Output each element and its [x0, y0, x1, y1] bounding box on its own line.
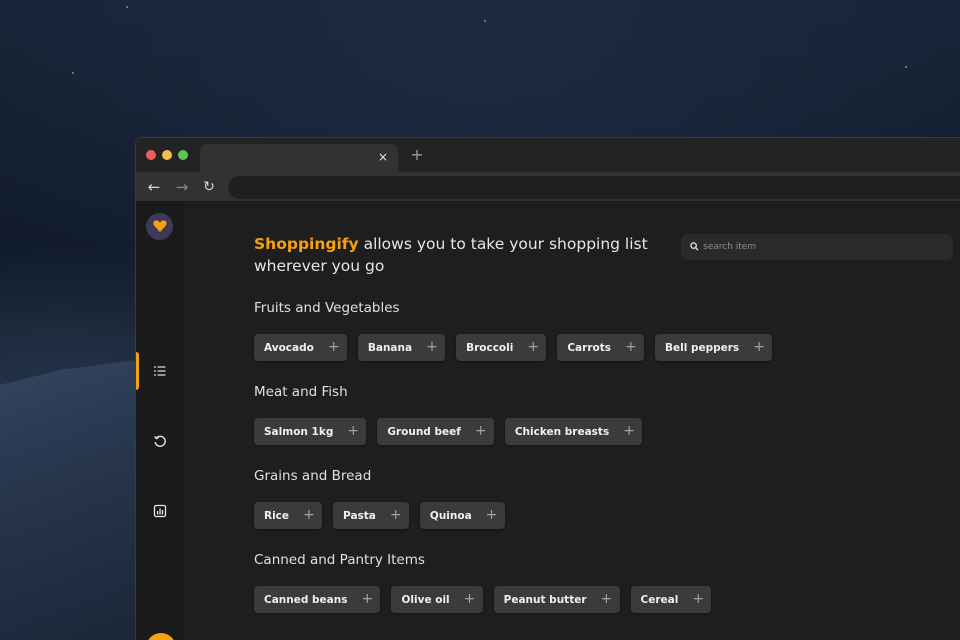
item-name: Rice — [264, 509, 290, 522]
star — [484, 20, 486, 22]
star — [126, 6, 128, 8]
item-card[interactable]: Ground beef + — [377, 418, 494, 445]
category-items: Avocado + Banana + Broccoli + Carrots + Bell… — [254, 334, 773, 361]
search-box[interactable] — [681, 234, 953, 260]
sidebar-item-items[interactable] — [136, 352, 184, 390]
address-bar[interactable] — [228, 176, 960, 199]
reload-button[interactable]: ↻ — [199, 177, 219, 197]
browser-tab[interactable]: × — [200, 144, 398, 172]
tab-bar: × + — [136, 138, 960, 172]
item-name: Canned beans — [264, 593, 348, 606]
brand-name: Shoppingify — [254, 235, 359, 253]
item-card[interactable]: Bell peppers + — [654, 334, 773, 361]
sidebar — [136, 203, 184, 640]
item-card[interactable]: Olive oil + — [391, 586, 483, 613]
category-section: Meat and Fish Salmon 1kg + Ground beef + C… — [254, 383, 643, 445]
add-item-icon[interactable]: + — [692, 586, 704, 613]
list-icon — [154, 366, 166, 376]
item-card[interactable]: Avocado + — [254, 334, 347, 361]
add-item-icon[interactable]: + — [426, 334, 438, 361]
add-item-icon[interactable]: + — [623, 418, 635, 445]
category-section: Grains and Bread Rice + Pasta + Quinoa + — [254, 467, 505, 529]
item-name: Ground beef — [387, 425, 461, 438]
item-name: Carrots — [567, 341, 611, 354]
item-card[interactable]: Pasta + — [333, 502, 409, 529]
main-content: Shoppingify allows you to take your shop… — [184, 203, 960, 640]
item-name: Salmon 1kg — [264, 425, 334, 438]
add-item-icon[interactable]: + — [464, 586, 476, 613]
item-name: Bell peppers — [664, 341, 740, 354]
category-items: Salmon 1kg + Ground beef + Chicken breasts… — [254, 418, 643, 445]
category-items: Canned beans + Olive oil + Peanut butter + … — [254, 586, 712, 613]
heart-logo-icon — [153, 220, 167, 232]
add-item-icon[interactable]: + — [347, 418, 359, 445]
category-title: Fruits and Vegetables — [254, 300, 400, 316]
star — [905, 66, 907, 68]
app-logo[interactable] — [146, 213, 173, 240]
sidebar-item-history[interactable] — [136, 422, 184, 460]
item-card[interactable]: Broccoli + — [456, 334, 547, 361]
shoppingify-app: Shoppingify allows you to take your shop… — [136, 203, 960, 640]
browser-toolbar: ← → ↻ — [136, 172, 960, 202]
back-button[interactable]: ← — [144, 177, 164, 197]
item-name: Olive oil — [401, 593, 450, 606]
category-title: Grains and Bread — [254, 468, 372, 484]
category-title: Canned and Pantry Items — [254, 552, 425, 568]
item-card[interactable]: Peanut butter + — [493, 586, 620, 613]
minimize-window-button[interactable] — [162, 150, 172, 160]
add-item-icon[interactable]: + — [475, 418, 487, 445]
item-card[interactable]: Carrots + — [557, 334, 644, 361]
item-name: Chicken breasts — [514, 425, 610, 438]
add-item-icon[interactable]: + — [601, 586, 613, 613]
item-name: Cereal — [640, 593, 679, 606]
add-item-icon[interactable]: + — [527, 334, 539, 361]
add-item-icon[interactable]: + — [625, 334, 637, 361]
item-card[interactable]: Chicken breasts + — [504, 418, 643, 445]
add-item-icon[interactable]: + — [361, 586, 373, 613]
category-title: Meat and Fish — [254, 384, 348, 400]
tab-close-icon[interactable]: × — [376, 149, 390, 165]
add-item-icon[interactable]: + — [328, 334, 340, 361]
category-section: Canned and Pantry Items Canned beans + Ol… — [254, 551, 712, 613]
history-icon — [154, 435, 166, 447]
item-name: Avocado — [264, 341, 314, 354]
category-items: Rice + Pasta + Quinoa + — [254, 502, 505, 529]
search-icon — [690, 242, 699, 251]
star — [72, 72, 74, 74]
item-card[interactable]: Canned beans + — [254, 586, 381, 613]
item-name: Quinoa — [429, 509, 472, 522]
wallpaper-dune — [0, 360, 136, 640]
item-card[interactable]: Salmon 1kg + — [254, 418, 367, 445]
add-item-icon[interactable]: + — [753, 334, 765, 361]
browser-window: × + ← → ↻ Shoppingify allows you to take… — [135, 137, 960, 640]
statistics-icon — [153, 504, 167, 518]
item-card[interactable]: Rice + — [254, 502, 323, 529]
item-name: Broccoli — [466, 341, 514, 354]
close-window-button[interactable] — [146, 150, 156, 160]
item-card[interactable]: Cereal + — [630, 586, 712, 613]
item-name: Banana — [367, 341, 413, 354]
item-card[interactable]: Banana + — [357, 334, 446, 361]
add-item-icon[interactable]: + — [303, 502, 315, 529]
search-input[interactable] — [703, 234, 933, 260]
sidebar-item-statistics[interactable] — [136, 492, 184, 530]
maximize-window-button[interactable] — [178, 150, 188, 160]
new-tab-button[interactable]: + — [408, 146, 426, 164]
page-headline: Shoppingify allows you to take your shop… — [254, 233, 654, 277]
forward-button[interactable]: → — [172, 177, 192, 197]
add-item-icon[interactable]: + — [486, 502, 498, 529]
item-name: Pasta — [343, 509, 376, 522]
add-item-icon[interactable]: + — [390, 502, 402, 529]
category-section: Fruits and Vegetables Avocado + Banana + B… — [254, 299, 773, 361]
item-card[interactable]: Quinoa + — [419, 502, 505, 529]
item-name: Peanut butter — [503, 593, 587, 606]
cart-button[interactable] — [146, 633, 176, 640]
